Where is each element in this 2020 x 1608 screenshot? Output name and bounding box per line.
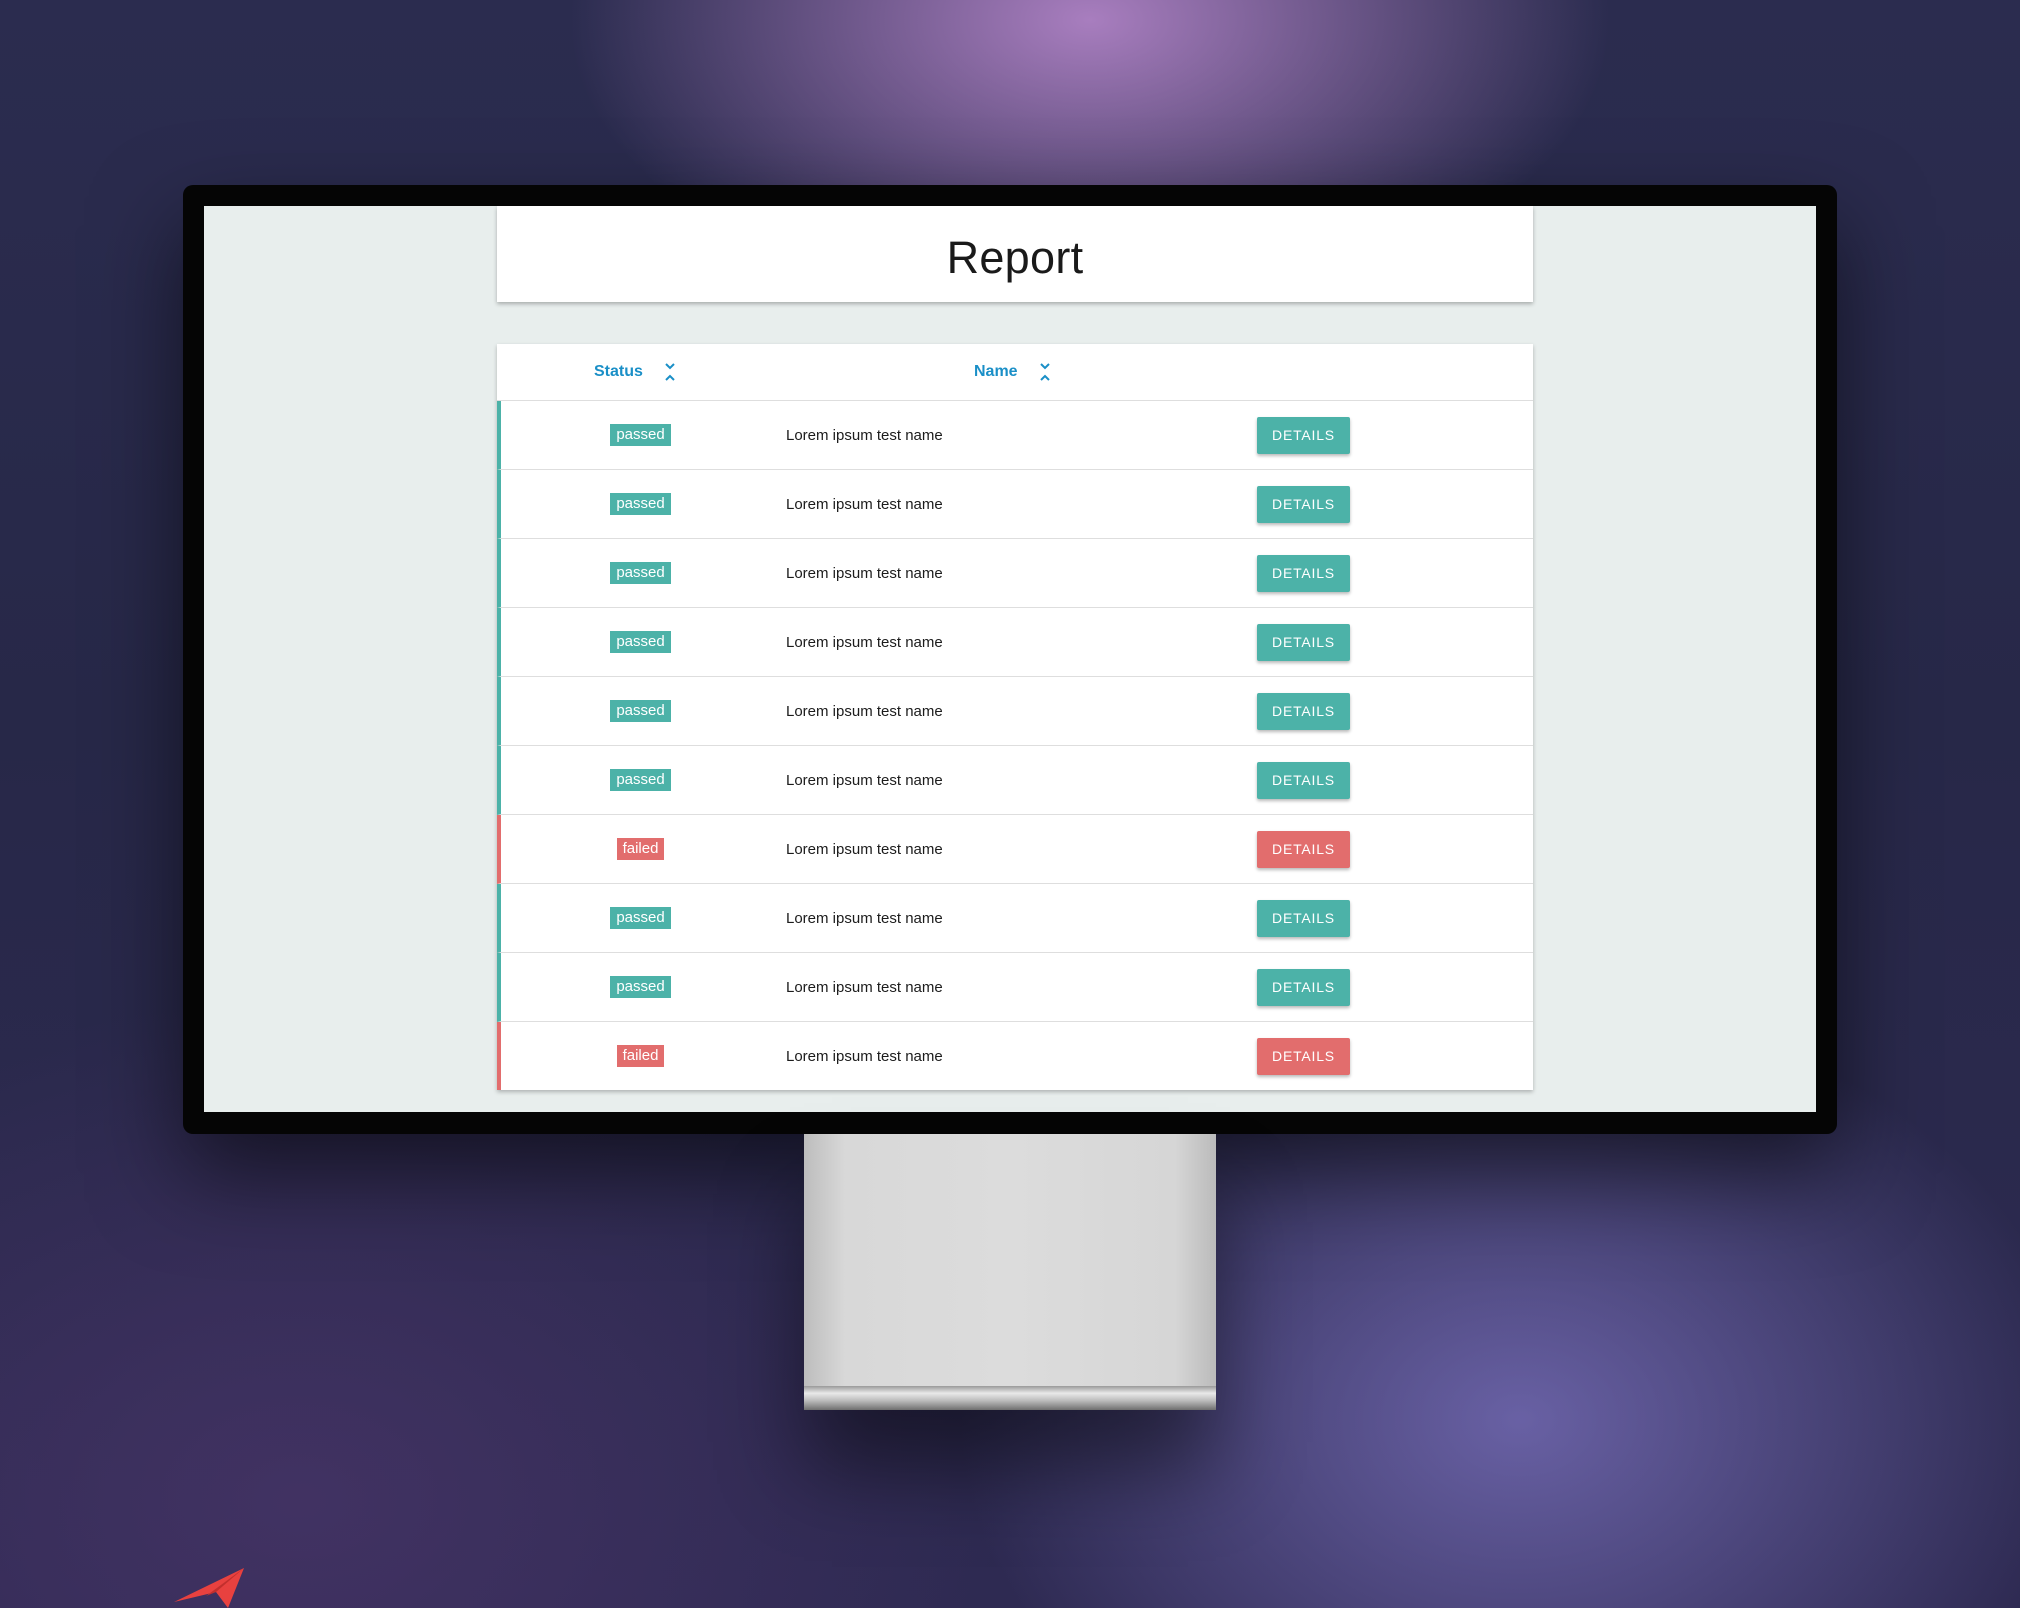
results-table: Status Name passed Lorem ipsum test name… <box>497 344 1533 1090</box>
action-cell: DETAILS <box>1257 539 1350 607</box>
monitor-stand-foot <box>804 1386 1216 1410</box>
action-cell: DETAILS <box>1257 746 1350 814</box>
status-badge: passed <box>610 907 671 929</box>
status-badge: passed <box>610 769 671 791</box>
action-cell: DETAILS <box>1257 608 1350 676</box>
details-button[interactable]: DETAILS <box>1257 968 1350 1006</box>
details-button[interactable]: DETAILS <box>1257 830 1350 868</box>
table-row: passed Lorem ipsum test name DETAILS <box>497 746 1533 815</box>
action-cell: DETAILS <box>1257 677 1350 745</box>
test-name: Lorem ipsum test name <box>786 702 943 720</box>
table-row: passed Lorem ipsum test name DETAILS <box>497 401 1533 470</box>
table-row: failed Lorem ipsum test name DETAILS <box>497 1022 1533 1090</box>
action-cell: DETAILS <box>1257 470 1350 538</box>
action-cell: DETAILS <box>1257 815 1350 883</box>
monitor-stand <box>804 1134 1216 1410</box>
page-title: Report <box>946 232 1084 283</box>
status-badge: passed <box>610 976 671 998</box>
status-cell: passed <box>501 953 780 1021</box>
test-name: Lorem ipsum test name <box>786 426 943 444</box>
status-badge: passed <box>610 493 671 515</box>
table-header: Status Name <box>497 344 1533 401</box>
details-button[interactable]: DETAILS <box>1257 416 1350 454</box>
details-button[interactable]: DETAILS <box>1257 692 1350 730</box>
status-badge: failed <box>616 838 665 860</box>
report-header: Report <box>497 206 1533 302</box>
column-header-status[interactable]: Status <box>594 344 677 400</box>
action-cell: DETAILS <box>1257 953 1350 1021</box>
table-row: failed Lorem ipsum test name DETAILS <box>497 815 1533 884</box>
test-name: Lorem ipsum test name <box>786 909 943 927</box>
test-name: Lorem ipsum test name <box>786 840 943 858</box>
action-cell: DETAILS <box>1257 884 1350 952</box>
test-name: Lorem ipsum test name <box>786 633 943 651</box>
status-cell: passed <box>501 884 780 952</box>
status-cell: passed <box>501 539 780 607</box>
status-cell: passed <box>501 401 780 469</box>
status-cell: failed <box>501 1022 780 1090</box>
details-button[interactable]: DETAILS <box>1257 623 1350 661</box>
details-button[interactable]: DETAILS <box>1257 761 1350 799</box>
details-button[interactable]: DETAILS <box>1257 485 1350 523</box>
column-header-status-label: Status <box>594 363 643 380</box>
table-row: passed Lorem ipsum test name DETAILS <box>497 608 1533 677</box>
table-body: passed Lorem ipsum test name DETAILS pas… <box>497 401 1533 1090</box>
table-row: passed Lorem ipsum test name DETAILS <box>497 470 1533 539</box>
sort-icon[interactable] <box>663 361 677 383</box>
test-name: Lorem ipsum test name <box>786 771 943 789</box>
status-badge: passed <box>610 562 671 584</box>
details-button[interactable]: DETAILS <box>1257 1037 1350 1075</box>
status-badge: passed <box>610 631 671 653</box>
status-cell: failed <box>501 815 780 883</box>
test-name: Lorem ipsum test name <box>786 495 943 513</box>
test-name: Lorem ipsum test name <box>786 564 943 582</box>
status-badge: passed <box>610 424 671 446</box>
status-cell: passed <box>501 608 780 676</box>
table-row: passed Lorem ipsum test name DETAILS <box>497 884 1533 953</box>
monitor-frame: Report Status Name passed Lorem ipsum te… <box>183 185 1837 1134</box>
status-badge: passed <box>610 700 671 722</box>
status-cell: passed <box>501 677 780 745</box>
test-name: Lorem ipsum test name <box>786 1047 943 1065</box>
status-badge: failed <box>616 1045 665 1067</box>
status-cell: passed <box>501 470 780 538</box>
column-header-name[interactable]: Name <box>974 344 1052 400</box>
app-screen: Report Status Name passed Lorem ipsum te… <box>204 206 1816 1112</box>
test-name: Lorem ipsum test name <box>786 978 943 996</box>
action-cell: DETAILS <box>1257 401 1350 469</box>
details-button[interactable]: DETAILS <box>1257 899 1350 937</box>
status-cell: passed <box>501 746 780 814</box>
paper-plane-icon <box>174 1568 244 1608</box>
details-button[interactable]: DETAILS <box>1257 554 1350 592</box>
table-row: passed Lorem ipsum test name DETAILS <box>497 539 1533 608</box>
table-row: passed Lorem ipsum test name DETAILS <box>497 677 1533 746</box>
action-cell: DETAILS <box>1257 1022 1350 1090</box>
column-header-name-label: Name <box>974 363 1018 380</box>
table-row: passed Lorem ipsum test name DETAILS <box>497 953 1533 1022</box>
sort-icon[interactable] <box>1038 361 1052 383</box>
